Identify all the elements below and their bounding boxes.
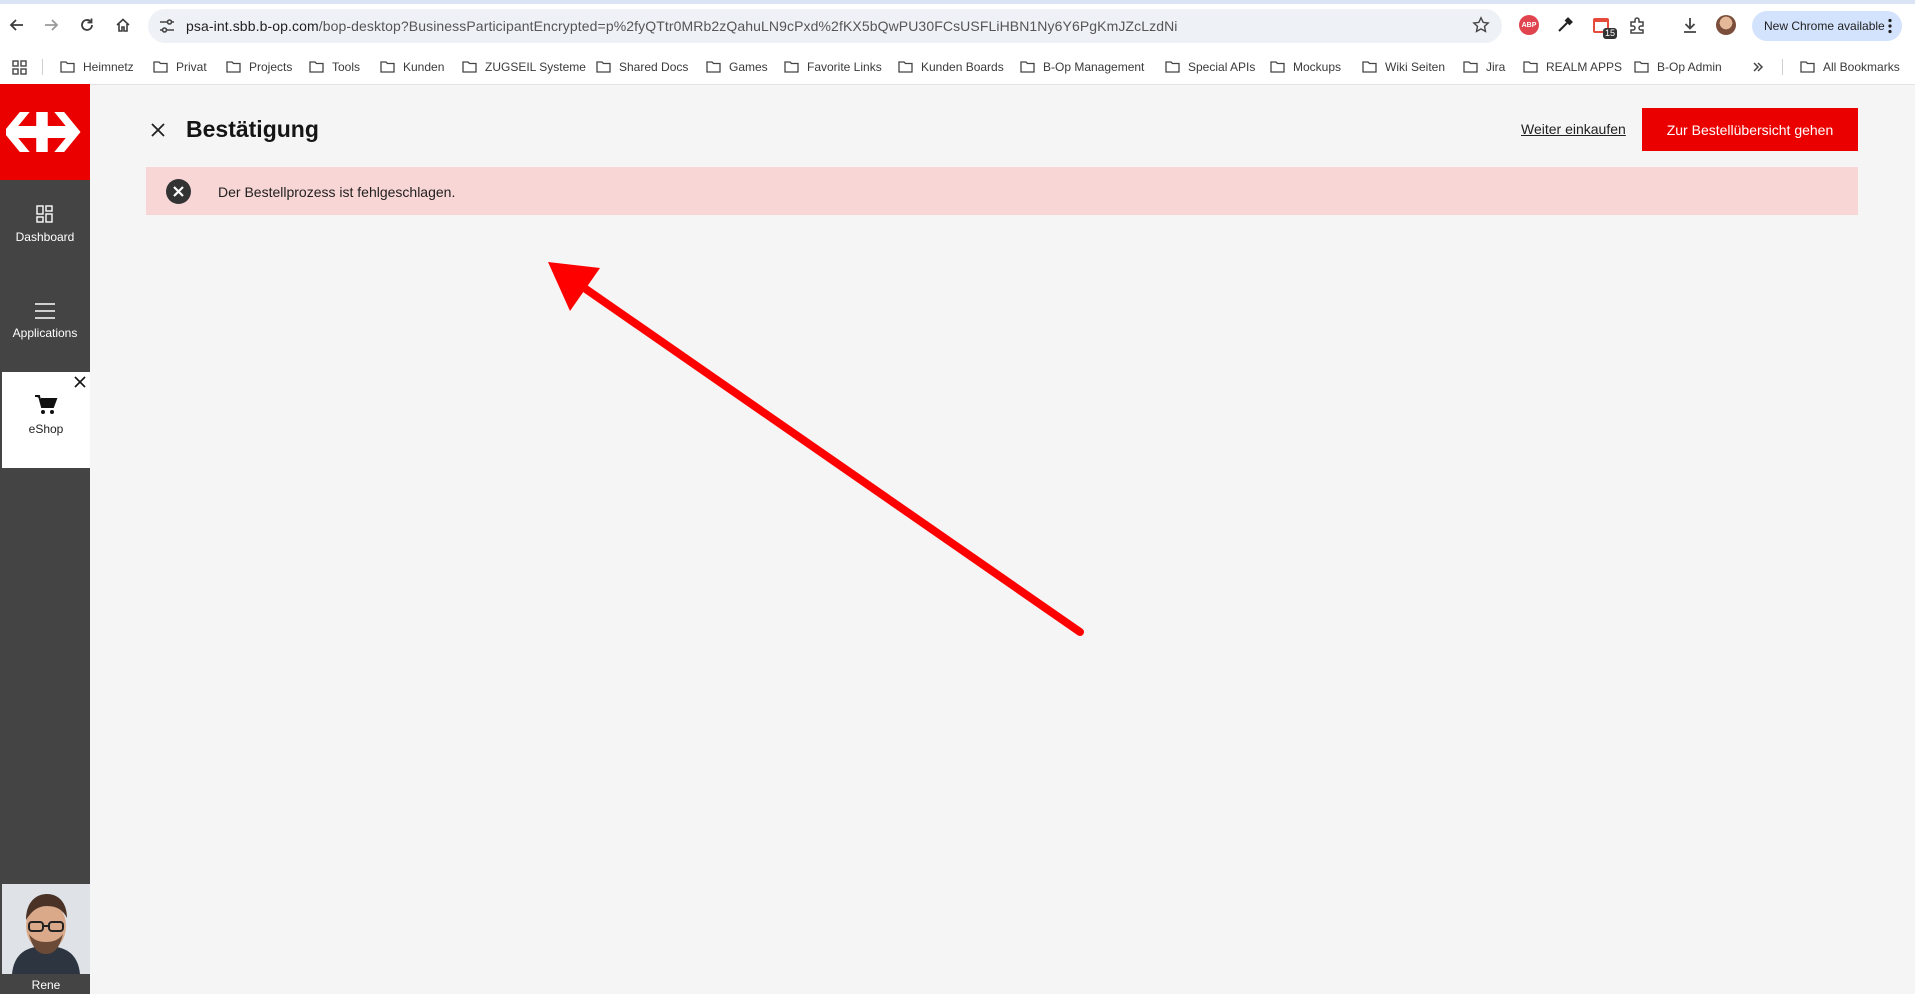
bookmark-divider xyxy=(42,59,43,75)
site-info-icon[interactable] xyxy=(158,17,176,35)
nav-eshop-label: eShop xyxy=(28,422,64,436)
nav-applications-label: Applications xyxy=(12,326,78,340)
page-title: Bestätigung xyxy=(186,116,319,142)
extensions-puzzle-icon[interactable] xyxy=(1623,11,1651,39)
home-icon[interactable] xyxy=(108,10,138,40)
error-message: Der Bestellprozess ist fehlgeschlagen. xyxy=(218,184,456,200)
bookmark-label: Mockups xyxy=(1293,60,1342,74)
adblock-extension-icon[interactable]: ABP xyxy=(1515,11,1543,39)
bookmark-star-icon[interactable] xyxy=(1472,16,1490,34)
app-sidebar: Dashboard Applications eShop Rene xyxy=(0,84,90,994)
bookmark-label: Heimnetz xyxy=(83,60,134,74)
annotation-arrow xyxy=(548,262,1084,636)
user-name: Rene xyxy=(31,978,61,992)
bookmark-label: B-Op Management xyxy=(1043,60,1145,74)
bookmark-folder[interactable]: Shared Docs xyxy=(596,50,688,84)
bookmark-folder[interactable]: Jira xyxy=(1463,50,1505,84)
url-host: psa-int.sbb.b-op.com xyxy=(186,18,319,34)
bookmark-label: Projects xyxy=(249,60,293,74)
bookmark-label: Kunden xyxy=(403,60,445,74)
bookmark-folder[interactable]: ZUGSEIL Systeme xyxy=(462,50,586,84)
downloads-icon[interactable] xyxy=(1676,11,1704,39)
bookmark-label: Kunden Boards xyxy=(921,60,1004,74)
back-icon[interactable] xyxy=(2,10,32,40)
bookmark-folder[interactable]: Heimnetz xyxy=(60,50,134,84)
bookmark-label: Special APIs xyxy=(1188,60,1256,74)
sbb-logo-icon xyxy=(6,112,81,152)
close-tab-icon[interactable] xyxy=(74,376,86,388)
nav-dashboard[interactable]: Dashboard xyxy=(0,204,90,244)
bookmark-folder[interactable]: Special APIs xyxy=(1165,50,1255,84)
calendar-badge: 15 xyxy=(1602,28,1617,39)
reload-icon[interactable] xyxy=(72,10,102,40)
url-text: psa-int.sbb.b-op.com/bop-desktop?Busines… xyxy=(186,18,1178,34)
bookmark-label: REALM APPS xyxy=(1546,60,1623,74)
continue-shopping-link[interactable]: Weiter einkaufen xyxy=(1521,121,1626,137)
nav-dashboard-label: Dashboard xyxy=(15,230,75,244)
close-icon[interactable] xyxy=(148,120,168,140)
bookmark-folder[interactable]: REALM APPS xyxy=(1523,50,1622,84)
annotation-arrow-head xyxy=(548,262,600,311)
abp-badge: ABP xyxy=(1519,15,1539,35)
all-bookmarks-folder[interactable]: All Bookmarks xyxy=(1800,50,1900,84)
bookmark-label: Privat xyxy=(176,60,207,74)
bookmark-folder[interactable]: Favorite Links xyxy=(784,50,882,84)
url-path: /bop-desktop?BusinessParticipantEncrypte… xyxy=(318,18,1178,34)
bookmark-folder[interactable]: Projects xyxy=(226,50,292,84)
more-bookmarks-icon[interactable] xyxy=(1752,50,1764,84)
avatar xyxy=(2,884,90,974)
bookmark-folder[interactable]: Kunden xyxy=(380,50,444,84)
bookmark-folder[interactable]: B-Op Admin xyxy=(1634,50,1722,84)
nav-applications[interactable]: Applications xyxy=(0,302,90,340)
address-bar[interactable]: psa-int.sbb.b-op.com/bop-desktop?Busines… xyxy=(148,9,1502,43)
dashboard-icon xyxy=(0,204,90,224)
bookmark-folder[interactable]: Privat xyxy=(153,50,207,84)
update-label: New Chrome available xyxy=(1764,19,1885,33)
bookmark-folder[interactable]: B-Op Management xyxy=(1020,50,1144,84)
order-overview-button[interactable]: Zur Bestellübersicht gehen xyxy=(1642,108,1858,151)
calendar-extension-icon[interactable]: 15 xyxy=(1587,11,1617,39)
bookmark-label: B-Op Admin xyxy=(1657,60,1722,74)
eyedropper-extension-icon[interactable] xyxy=(1551,11,1579,39)
bookmark-label: Games xyxy=(729,60,768,74)
error-icon xyxy=(166,179,191,204)
bookmark-label: Tools xyxy=(332,60,361,74)
bookmark-divider xyxy=(1782,59,1783,75)
more-vert-icon xyxy=(1888,18,1892,34)
bookmark-folder[interactable]: Mockups xyxy=(1270,50,1341,84)
bookmark-folder[interactable]: Kunden Boards xyxy=(898,50,1004,84)
bookmark-folder[interactable]: Tools xyxy=(309,50,360,84)
forward-icon[interactable] xyxy=(36,10,66,40)
menu-icon xyxy=(0,302,90,320)
error-notification: Der Bestellprozess ist fehlgeschlagen. xyxy=(146,167,1858,215)
bookmark-label: Wiki Seiten xyxy=(1385,60,1446,74)
bookmark-folder[interactable]: Games xyxy=(706,50,768,84)
bookmark-label: Shared Docs xyxy=(619,60,689,74)
bookmark-folder[interactable]: Wiki Seiten xyxy=(1362,50,1445,84)
annotation-arrow-shaft xyxy=(576,281,1084,636)
bookmark-label: Favorite Links xyxy=(807,60,882,74)
all-bookmarks-label: All Bookmarks xyxy=(1823,60,1900,74)
nav-eshop-tab[interactable]: eShop xyxy=(2,372,90,468)
chrome-update-button[interactable]: New Chrome available xyxy=(1752,11,1902,41)
loading-bar xyxy=(0,0,1915,4)
apps-grid-icon[interactable] xyxy=(12,50,27,84)
browser-toolbar: psa-int.sbb.b-op.com/bop-desktop?Busines… xyxy=(0,0,1915,50)
profile-avatar-icon[interactable] xyxy=(1712,11,1740,39)
bookmark-label: ZUGSEIL Systeme xyxy=(485,60,586,74)
user-profile[interactable]: Rene xyxy=(2,884,90,994)
bookmarks-bar: Heimnetz Privat Projects Tools Kunden ZU… xyxy=(0,50,1915,85)
bookmark-label: Jira xyxy=(1486,60,1506,74)
sbb-logo[interactable] xyxy=(0,84,90,180)
